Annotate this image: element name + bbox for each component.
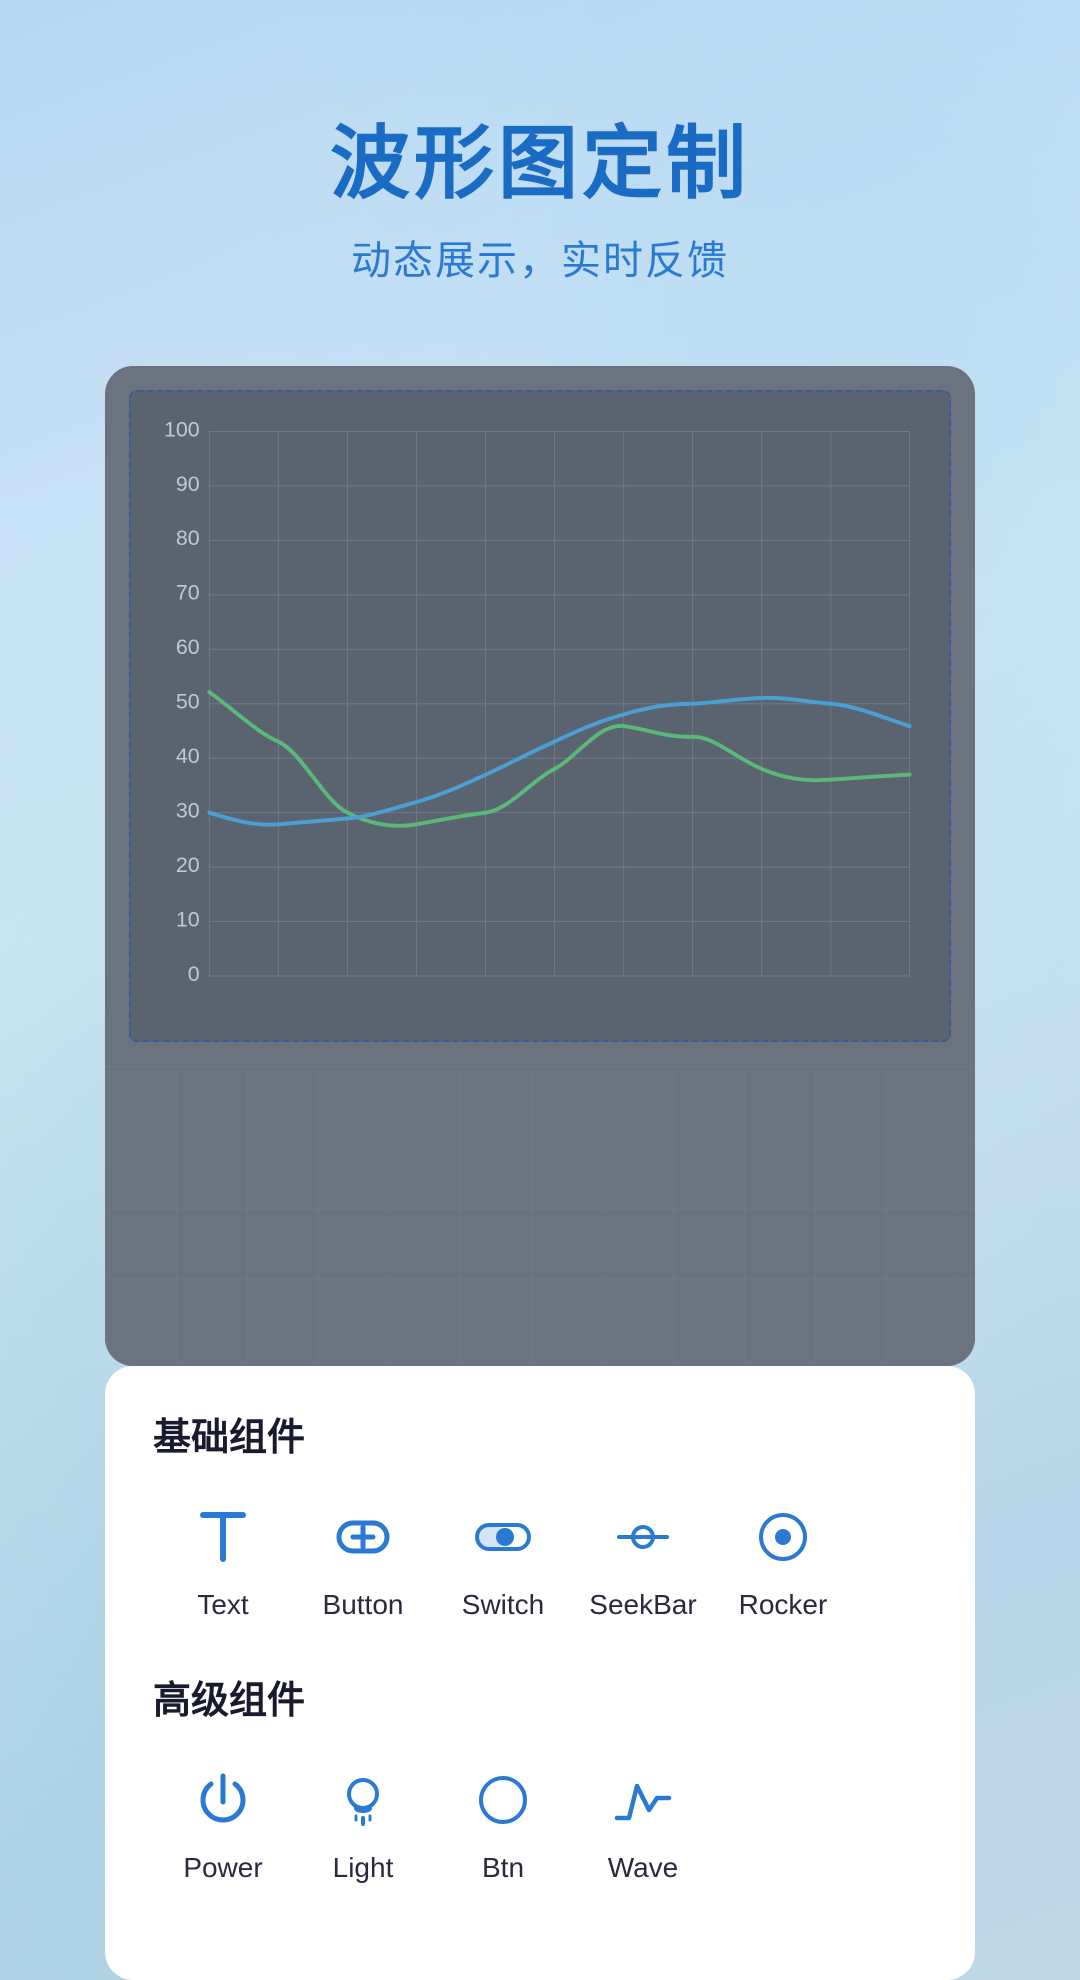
component-button[interactable]: Button — [293, 1497, 433, 1621]
svg-text:70: 70 — [176, 581, 200, 605]
wave-icon — [603, 1760, 683, 1840]
component-rocker[interactable]: Rocker — [713, 1497, 853, 1621]
seekbar-label: SeekBar — [589, 1589, 696, 1621]
svg-text:0: 0 — [188, 962, 200, 986]
chart-inner: 100 90 80 70 60 50 40 30 20 10 0 — [129, 390, 951, 1042]
svg-text:60: 60 — [176, 635, 200, 659]
chart-card: 100 90 80 70 60 50 40 30 20 10 0 — [105, 366, 975, 1366]
subtitle: 动态展示，实时反馈 — [330, 228, 750, 286]
light-label: Light — [333, 1852, 394, 1884]
power-label: Power — [183, 1852, 262, 1884]
wave-label: Wave — [608, 1852, 679, 1884]
button-label: Button — [323, 1589, 404, 1621]
advanced-section-title: 高级组件 — [153, 1669, 927, 1724]
btn-label: Btn — [482, 1852, 524, 1884]
rocker-label: Rocker — [739, 1589, 828, 1621]
switch-label: Switch — [462, 1589, 544, 1621]
basic-section-title: 基础组件 — [153, 1406, 927, 1461]
svg-text:30: 30 — [176, 799, 200, 823]
svg-text:100: 100 — [164, 417, 200, 441]
svg-text:50: 50 — [176, 690, 200, 714]
basic-component-row: Text Button Switch — [153, 1497, 927, 1621]
rocker-icon — [743, 1497, 823, 1577]
component-power[interactable]: Power — [153, 1760, 293, 1884]
advanced-component-row: Power Light Btn — [153, 1760, 927, 1884]
light-icon — [323, 1760, 403, 1840]
button-icon — [323, 1497, 403, 1577]
component-text[interactable]: Text — [153, 1497, 293, 1621]
component-wave[interactable]: Wave — [573, 1760, 713, 1884]
svg-text:90: 90 — [176, 472, 200, 496]
component-light[interactable]: Light — [293, 1760, 433, 1884]
chart-svg: 100 90 80 70 60 50 40 30 20 10 0 — [151, 412, 929, 1015]
header: 波形图定制 动态展示，实时反馈 — [330, 120, 750, 286]
power-icon — [183, 1760, 263, 1840]
seekbar-icon — [603, 1497, 683, 1577]
bottom-panel: 基础组件 Text Button — [105, 1366, 975, 1980]
svg-text:80: 80 — [176, 526, 200, 550]
switch-icon — [463, 1497, 543, 1577]
text-label: Text — [197, 1589, 248, 1621]
btn-icon — [463, 1760, 543, 1840]
svg-text:10: 10 — [176, 907, 200, 931]
component-switch[interactable]: Switch — [433, 1497, 573, 1621]
svg-text:40: 40 — [176, 744, 200, 768]
main-title: 波形图定制 — [330, 120, 750, 208]
svg-text:20: 20 — [176, 853, 200, 877]
component-seekbar[interactable]: SeekBar — [573, 1497, 713, 1621]
text-icon — [183, 1497, 263, 1577]
component-btn[interactable]: Btn — [433, 1760, 573, 1884]
